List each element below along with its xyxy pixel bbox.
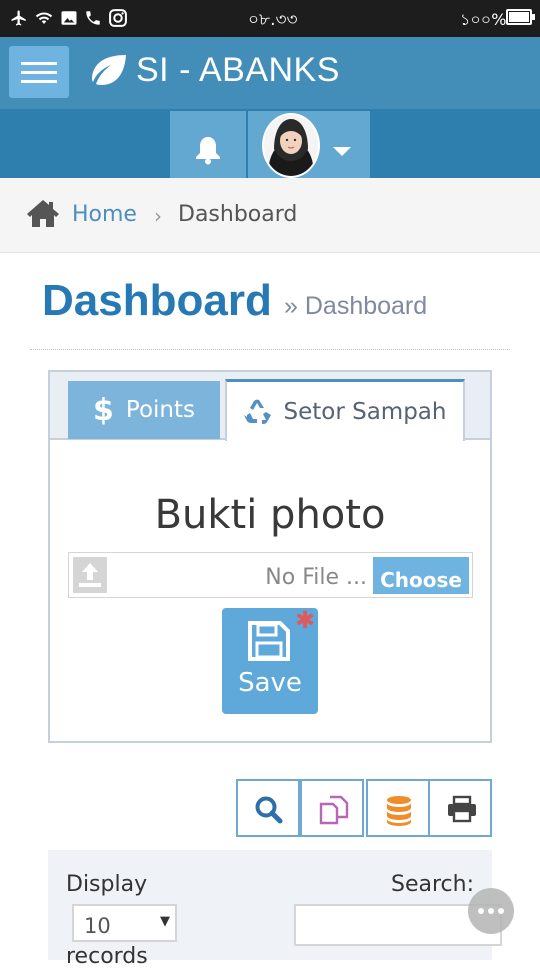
app-header: SI - ABANKS [0, 37, 540, 109]
instagram-icon [109, 9, 127, 27]
tab-panel: $ Points Setor Sampah Bukti photo No Fil… [48, 370, 492, 743]
menu-toggle-button[interactable] [9, 46, 69, 98]
recycle-icon [243, 399, 271, 424]
save-button[interactable]: Save ✱ [222, 608, 318, 714]
user-menu-button[interactable] [248, 111, 370, 178]
table-controls: Display 10 ▼ records Search: [48, 850, 502, 969]
chevron-down-icon [333, 147, 351, 156]
breadcrumb-current: Dashboard [178, 202, 298, 227]
double-angle-icon: » [284, 292, 298, 320]
tab-points[interactable]: $ Points [68, 381, 220, 439]
wifi-icon [35, 12, 53, 24]
avatar [262, 113, 320, 178]
copy-tool-button[interactable] [300, 779, 364, 837]
search-label: Search: [391, 872, 474, 897]
search-icon [255, 796, 283, 824]
search-tool-button[interactable] [236, 779, 300, 837]
dot-icon [488, 908, 494, 914]
tab-setor-sampah[interactable]: Setor Sampah [225, 379, 465, 441]
status-bar: ০৮.৩৩ ১০০% [0, 0, 540, 37]
tab-points-label: Points [125, 397, 195, 423]
bell-icon [196, 137, 220, 165]
database-icon [387, 796, 411, 826]
dollar-icon: $ [93, 392, 114, 428]
page-size-value: 10 [84, 914, 111, 938]
breadcrumb: Home › Dashboard [0, 178, 540, 253]
battery-percent: ১০০% [460, 10, 507, 29]
print-icon [448, 795, 476, 823]
tab-setor-label: Setor Sampah [283, 398, 447, 425]
print-tool-button[interactable] [428, 779, 492, 837]
choose-file-button[interactable]: Choose [373, 557, 469, 594]
field-label: Bukti photo [154, 492, 386, 538]
breadcrumb-home-link[interactable]: Home [72, 202, 137, 227]
file-upload-input[interactable]: No File ... Choose [68, 552, 473, 598]
user-navbar [0, 109, 540, 178]
divider [30, 349, 510, 350]
home-icon [27, 200, 59, 227]
clock: ০৮.৩৩ [248, 10, 298, 30]
image-icon [61, 11, 77, 25]
notifications-button[interactable] [170, 111, 246, 178]
page-title: Dashboard [42, 276, 272, 325]
status-icons [10, 8, 128, 28]
dot-icon [478, 908, 484, 914]
file-placeholder: No File ... [265, 565, 367, 590]
copy-icon [319, 795, 349, 825]
dot-icon [498, 908, 504, 914]
required-asterisk-icon: ✱ [295, 606, 316, 634]
brand-title: SI - ABANKS [136, 51, 340, 89]
page-subtitle: » Dashboard [284, 292, 427, 321]
phone-icon [86, 11, 100, 25]
records-label: records [66, 944, 148, 969]
more-options-button[interactable] [468, 888, 514, 934]
dropdown-arrow-icon: ▼ [160, 914, 170, 929]
tab-strip: $ Points Setor Sampah [50, 372, 490, 441]
page-subtitle-text: Dashboard [304, 292, 428, 320]
display-label: Display [66, 872, 148, 897]
save-label: Save [238, 668, 302, 698]
page-size-select[interactable]: 10 ▼ [72, 904, 177, 942]
breadcrumb-separator: › [154, 204, 162, 228]
airplane-icon [11, 10, 26, 26]
floppy-disk-icon [248, 621, 290, 661]
battery-icon [506, 9, 535, 25]
brand[interactable]: SI - ABANKS [88, 51, 340, 90]
database-tool-button[interactable] [366, 779, 430, 837]
leaf-icon [91, 54, 126, 85]
upload-icon [73, 557, 107, 593]
